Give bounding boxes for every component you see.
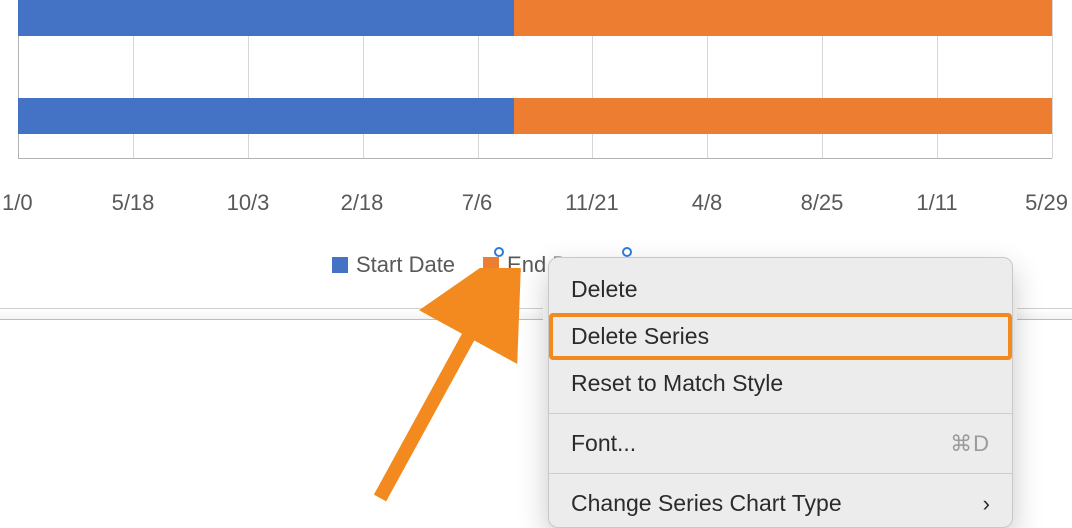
legend-swatch-icon <box>332 257 348 273</box>
chart-bar-segment-start[interactable] <box>18 98 514 134</box>
chart-gridline <box>1052 0 1053 158</box>
menu-item-label: Delete Series <box>571 323 709 350</box>
x-tick-label: 4/8 <box>692 190 723 216</box>
menu-separator <box>549 473 1012 474</box>
menu-item-delete-series[interactable]: Delete Series <box>549 313 1012 360</box>
x-tick-label: 10/3 <box>227 190 270 216</box>
menu-item-delete[interactable]: Delete <box>549 266 1012 313</box>
x-tick-label: 1/0 <box>2 190 33 216</box>
menu-item-font[interactable]: Font... ⌘D <box>549 420 1012 467</box>
menu-item-label: Delete <box>571 276 637 303</box>
chart-x-axis-labels: 1/0 5/18 10/3 2/18 7/6 11/21 4/8 8/25 1/… <box>0 190 1072 222</box>
chart-bar-row[interactable] <box>18 0 1052 36</box>
menu-item-change-series-chart-type[interactable]: Change Series Chart Type › <box>549 480 1012 527</box>
menu-item-label: Change Series Chart Type <box>571 490 842 517</box>
legend-label: Start Date <box>356 252 455 278</box>
chart-bar-segment-end[interactable] <box>514 0 1052 36</box>
x-tick-label: 5/29 <box>1025 190 1068 216</box>
legend-item-start-date[interactable]: Start Date <box>332 252 455 278</box>
x-tick-label: 11/21 <box>565 190 618 216</box>
x-tick-label: 2/18 <box>341 190 384 216</box>
menu-separator <box>549 413 1012 414</box>
menu-item-shortcut: ⌘D <box>950 431 990 457</box>
annotation-arrow-icon <box>320 268 540 508</box>
menu-item-label: Font... <box>571 430 636 457</box>
x-tick-label: 1/11 <box>916 190 957 216</box>
chart-bar-segment-end[interactable] <box>514 98 1052 134</box>
chart-bar-row[interactable] <box>18 98 1052 134</box>
menu-item-label: Reset to Match Style <box>571 370 783 397</box>
chevron-right-icon: › <box>983 491 990 517</box>
selection-handle-icon[interactable] <box>494 247 504 257</box>
legend-swatch-icon <box>483 257 499 273</box>
x-tick-label: 7/6 <box>462 190 493 216</box>
selection-handle-icon[interactable] <box>622 247 632 257</box>
menu-item-reset-style[interactable]: Reset to Match Style <box>549 360 1012 407</box>
selection-handle-icon[interactable] <box>494 278 504 288</box>
x-tick-label: 8/25 <box>801 190 844 216</box>
chart-bar-segment-start[interactable] <box>18 0 514 36</box>
chart-x-axis <box>18 158 1052 159</box>
chart-plot[interactable] <box>18 0 1052 158</box>
x-tick-label: 5/18 <box>112 190 155 216</box>
context-menu: Delete Delete Series Reset to Match Styl… <box>548 257 1013 528</box>
chart-area <box>0 0 1072 180</box>
